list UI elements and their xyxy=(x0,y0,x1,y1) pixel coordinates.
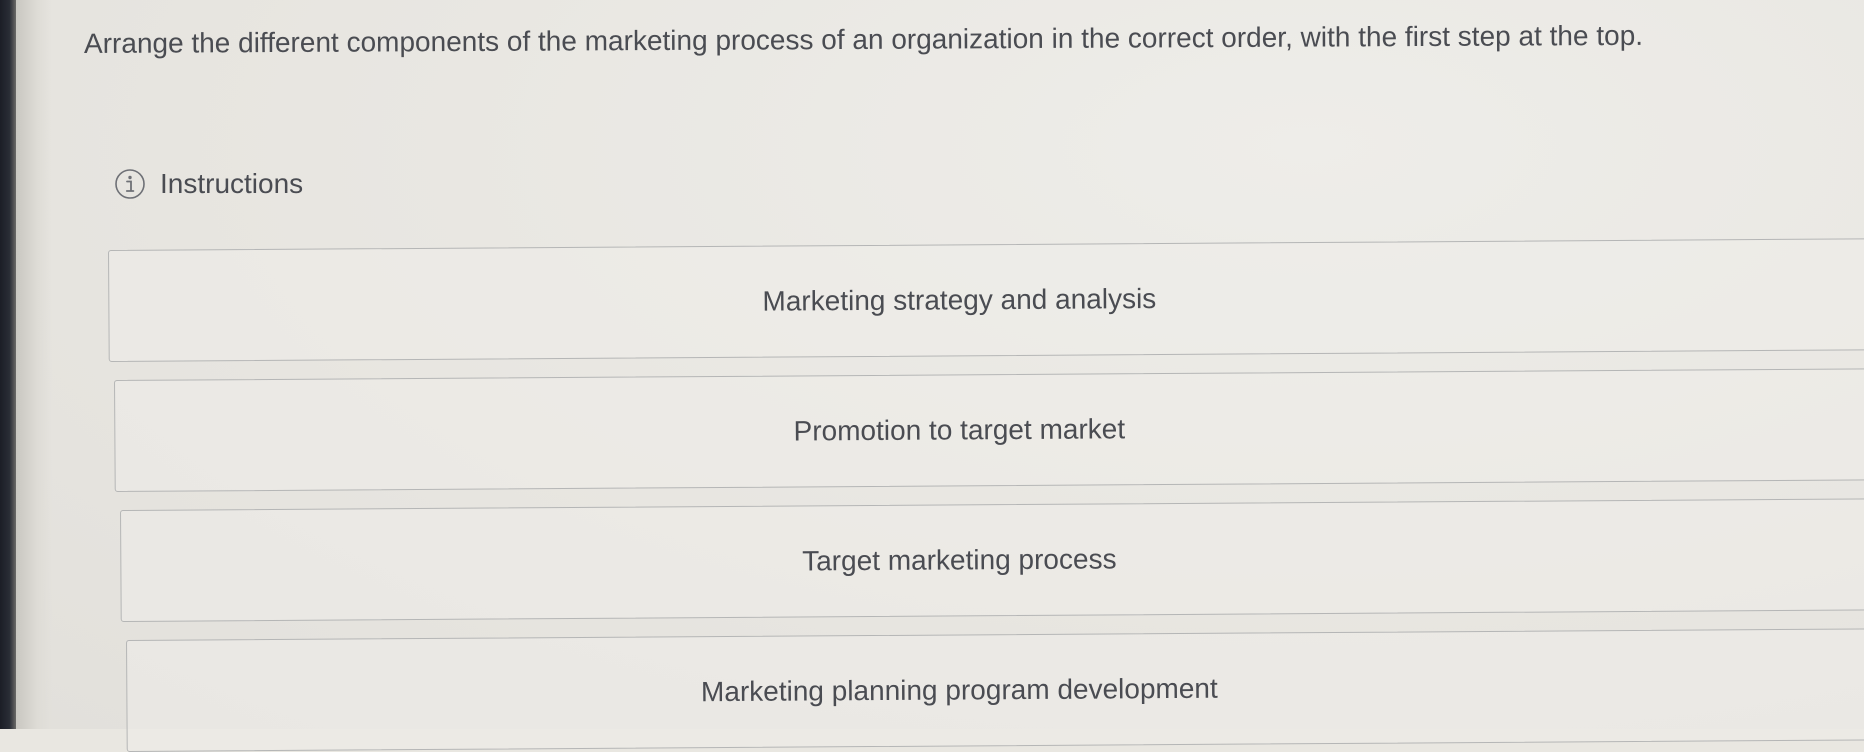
info-icon xyxy=(115,169,145,199)
sortable-item-1[interactable]: Marketing strategy and analysis xyxy=(108,238,1864,362)
sortable-item-3[interactable]: Target marketing process xyxy=(120,498,1864,622)
sortable-item-label: Marketing planning program development xyxy=(700,672,1218,708)
bezel-shadow xyxy=(16,0,52,729)
sortable-item-label: Target marketing process xyxy=(802,543,1117,577)
instructions-label: Instructions xyxy=(160,168,304,199)
sortable-item-label: Promotion to target market xyxy=(793,413,1126,447)
sortable-item-4[interactable]: Marketing planning program development xyxy=(126,628,1864,752)
instructions-toggle[interactable]: Instructions xyxy=(114,168,303,200)
sortable-item-2[interactable]: Promotion to target market xyxy=(114,368,1864,492)
sortable-item-label: Marketing strategy and analysis xyxy=(762,283,1157,317)
screen-bezel xyxy=(0,0,16,729)
